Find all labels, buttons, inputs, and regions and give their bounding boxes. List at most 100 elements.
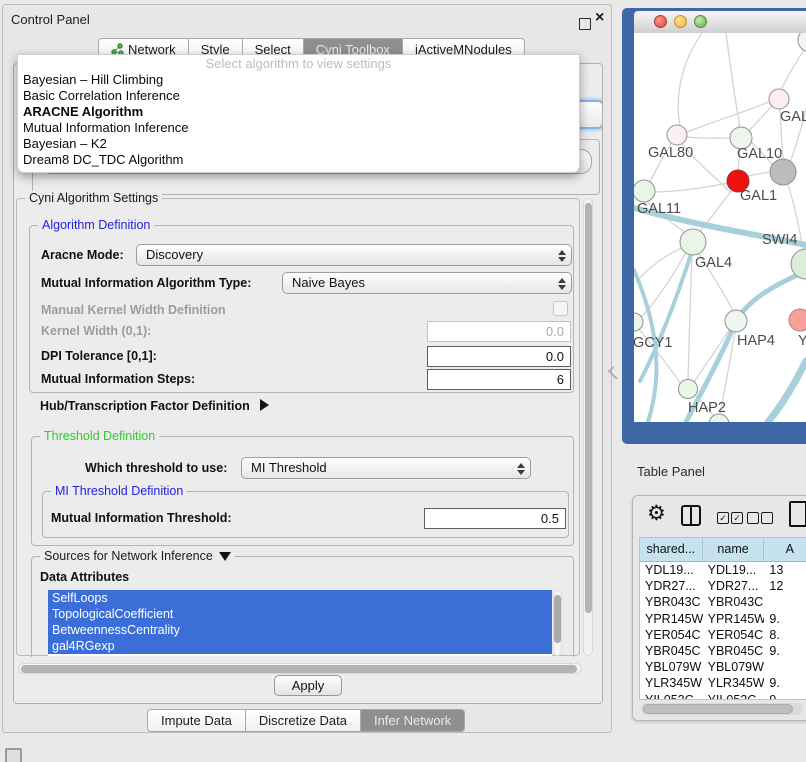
network-edge[interactable] — [747, 106, 772, 132]
table-row[interactable]: YDR27...YDR27...12 — [640, 578, 806, 594]
manual-kernel-label: Manual Kernel Width Definition — [41, 303, 226, 317]
table-row[interactable]: YDL19...YDL19...13 — [640, 562, 806, 578]
aracne-mode-select[interactable]: Discovery — [136, 244, 572, 266]
network-edge[interactable] — [687, 102, 769, 132]
close-icon[interactable]: × — [595, 10, 604, 26]
table-row[interactable]: YIL052CYIL052C9. — [640, 692, 806, 701]
table-row[interactable]: YBR045CYBR045C9. — [640, 643, 806, 659]
network-window-titlebar[interactable] — [634, 11, 806, 34]
table-panel-window: ⚙ ✓✓ shared...nameA YDL19...YDL19...13YDR… — [632, 495, 806, 721]
settings-hscroll-thumb[interactable] — [21, 665, 577, 673]
table-hscroll-thumb[interactable] — [643, 704, 793, 714]
node-pink-top[interactable] — [769, 89, 789, 109]
node-label-hap4: HAP4 — [737, 333, 775, 349]
hub-definition-label: Hub/Transcription Factor Definition — [40, 399, 250, 413]
table-cell: YLR345W — [703, 675, 765, 691]
table-row[interactable]: YLR345WYLR345W9. — [640, 675, 806, 691]
node-label-gal1: GAL1 — [740, 188, 777, 204]
table-cell: YBR043C — [640, 594, 703, 610]
attribute-item-gal4rgexp[interactable]: gal4RGexp — [48, 638, 552, 654]
node-HAP2[interactable] — [679, 380, 698, 399]
tab-impute-data[interactable]: Impute Data — [147, 709, 246, 732]
data-attributes-list[interactable]: SelfLoopsTopologicalCoefficientBetweenne… — [48, 590, 552, 656]
tab-discretize-data[interactable]: Discretize Data — [246, 709, 361, 732]
mi-steps-field[interactable]: 6 — [427, 369, 571, 390]
attribute-item-topologicalcoefficient[interactable]: TopologicalCoefficient — [48, 606, 552, 622]
table-row[interactable]: YPR145WYPR145W9. — [640, 611, 806, 627]
network-edge-highlighted[interactable] — [768, 361, 806, 422]
clear-checkboxes-icon[interactable] — [747, 512, 773, 524]
hub-definition-toggle[interactable]: Hub/Transcription Factor Definition — [40, 399, 269, 413]
collapsed-arrow-icon — [260, 399, 269, 411]
table-cell: YDR27... — [703, 578, 765, 594]
node-salmon[interactable] — [789, 309, 806, 331]
column-header-shared-[interactable]: shared... — [640, 538, 703, 561]
table-cell: 9. — [764, 692, 806, 701]
network-edge[interactable] — [636, 248, 682, 282]
network-edge[interactable] — [688, 255, 692, 380]
document-icon[interactable] — [789, 501, 806, 527]
sources-group: Sources for Network Inference Data Attri… — [31, 556, 574, 657]
attributes-scrollbar[interactable] — [553, 590, 562, 656]
manual-kernel-checkbox[interactable] — [553, 301, 568, 316]
node-hub-gray[interactable] — [770, 159, 796, 185]
settings-vscroll-thumb[interactable] — [585, 203, 592, 613]
algorithm-option-basic-correlation-inference[interactable]: Basic Correlation Inference — [18, 88, 579, 104]
node-label-gal80: GAL80 — [648, 145, 693, 161]
node-GAL4[interactable] — [680, 229, 706, 255]
which-threshold-select[interactable]: MI Threshold — [241, 457, 531, 479]
mi-threshold-group: MI Threshold Definition Mutual Informati… — [42, 491, 569, 538]
settings-horizontal-scrollbar[interactable] — [18, 663, 582, 674]
table-header-row: shared...nameA — [640, 538, 806, 562]
attributes-scrollbar-thumb[interactable] — [554, 595, 561, 643]
column-header-a[interactable]: A — [764, 538, 806, 561]
algorithm-option-aracne-algorithm[interactable]: ARACNE Algorithm — [18, 104, 579, 120]
node-HAP4[interactable] — [725, 310, 747, 332]
collapsed-widget-icon[interactable] — [5, 748, 22, 762]
network-edge[interactable] — [748, 172, 771, 176]
algorithm-placeholder: Select algorithm to view settings — [18, 55, 579, 72]
network-edge[interactable] — [726, 33, 740, 128]
mi-type-select[interactable]: Naive Bayes — [282, 272, 572, 294]
table-row[interactable]: YBR043CYBR043C — [640, 594, 806, 610]
algorithm-option-dream8-dc-tdc-algorithm[interactable]: Dream8 DC_TDC Algorithm — [18, 152, 579, 168]
table-row[interactable]: YER054CYER054C8. — [640, 627, 806, 643]
algorithm-option-bayesian-k2[interactable]: Bayesian – K2 — [18, 136, 579, 152]
column-header-name[interactable]: name — [703, 538, 765, 561]
algorithm-option-bayesian-hill-climbing[interactable]: Bayesian – Hill Climbing — [18, 72, 579, 88]
node-top-partial[interactable] — [798, 33, 806, 52]
network-edge[interactable] — [653, 183, 727, 192]
table-horizontal-scrollbar[interactable] — [641, 703, 803, 715]
kernel-width-field[interactable]: 0.0 — [427, 321, 571, 342]
mi-threshold-field[interactable]: 0.5 — [424, 508, 566, 529]
node-GAL11[interactable] — [634, 180, 655, 202]
tab-infer-network[interactable]: Infer Network — [361, 709, 465, 732]
algorithm-option-mutual-information-inference[interactable]: Mutual Information Inference — [18, 120, 579, 136]
table-cell: YDR27... — [640, 578, 703, 594]
node-label-gal10: GAL10 — [737, 146, 782, 162]
sources-group-title[interactable]: Sources for Network Inference — [40, 549, 235, 563]
split-columns-icon[interactable] — [681, 505, 701, 526]
table-row[interactable]: YBL079WYBL079W — [640, 659, 806, 675]
network-edge[interactable] — [687, 137, 730, 138]
select-all-checkboxes-icon[interactable]: ✓✓ — [717, 512, 743, 524]
dpi-tolerance-field[interactable]: 0.0 — [427, 346, 571, 367]
combo-arrows-icon — [558, 277, 565, 291]
network-edge[interactable] — [678, 33, 702, 125]
which-threshold-label: Which threshold to use: — [85, 461, 227, 475]
zoom-traffic-light[interactable] — [694, 15, 707, 28]
network-canvas[interactable]: GALGAL80GAL10GAL1GAL11SWI4GAL4HAP4YGCY1H… — [634, 33, 806, 422]
attribute-item-selfloops[interactable]: SelfLoops — [48, 590, 552, 606]
apply-row: Apply — [14, 675, 602, 696]
network-edge[interactable] — [790, 91, 806, 163]
settings-vertical-scrollbar[interactable] — [583, 198, 593, 656]
table-cell: YPR145W — [703, 611, 765, 627]
gear-icon[interactable]: ⚙ — [647, 501, 666, 525]
network-window: GALGAL80GAL10GAL1GAL11SWI4GAL4HAP4YGCY1H… — [622, 8, 806, 444]
minimize-traffic-light[interactable] — [674, 15, 687, 28]
float-window-icon[interactable] — [579, 18, 591, 30]
close-traffic-light[interactable] — [654, 15, 667, 28]
attribute-item-betweennesscentrality[interactable]: BetweennessCentrality — [48, 622, 552, 638]
apply-button[interactable]: Apply — [274, 675, 343, 696]
node-GAL80[interactable] — [667, 125, 687, 145]
